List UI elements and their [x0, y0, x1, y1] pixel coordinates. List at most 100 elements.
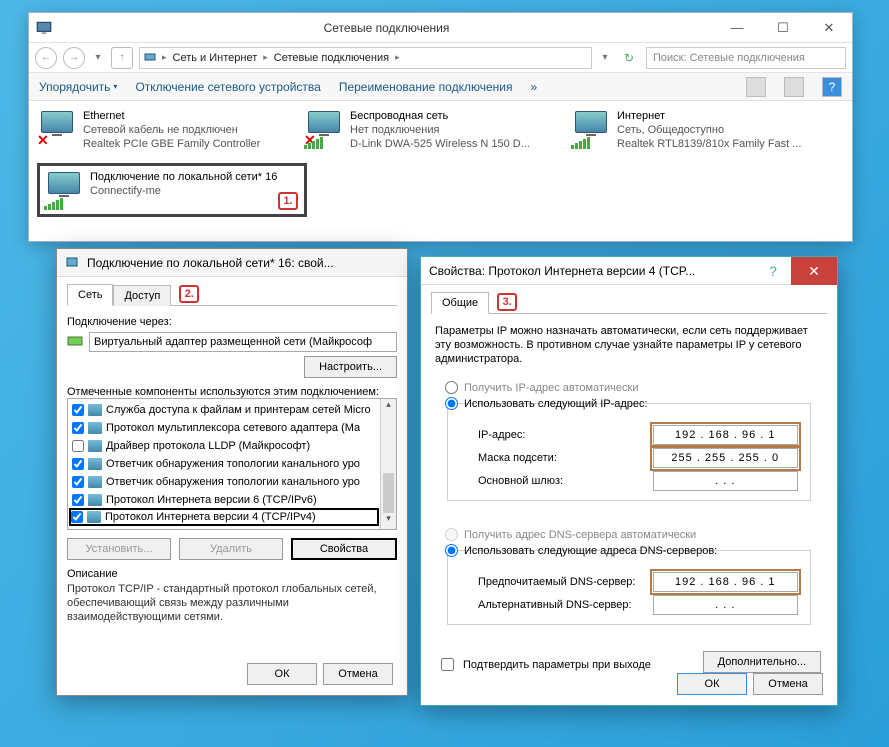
connection-wifi[interactable]: ✕ Беспроводная сеть Нет подключения D-Li… — [304, 109, 559, 151]
connection-internet[interactable]: Интернет Сеть, Общедоступно Realtek RTL8… — [571, 109, 826, 151]
help-button[interactable]: ? — [761, 263, 785, 279]
tab-access[interactable]: Доступ — [113, 285, 171, 306]
chevron-right-icon: ▸ — [395, 52, 400, 63]
scroll-down-icon[interactable]: ▾ — [381, 513, 396, 529]
back-button[interactable]: ← — [35, 47, 57, 69]
chevron-right-icon: ▸ — [162, 52, 167, 63]
checkbox[interactable] — [441, 658, 454, 671]
adapter-icon — [67, 335, 83, 349]
subnet-mask-label: Маска подсети: — [478, 452, 653, 464]
more-chevron[interactable]: » — [530, 80, 537, 94]
gateway-input[interactable]: . . . — [653, 471, 798, 491]
dns1-input[interactable]: 192 . 168 . 96 . 1 — [653, 572, 798, 592]
conn-status: Нет подключения — [350, 123, 530, 137]
gateway-label: Основной шлюз: — [478, 475, 653, 487]
connection-ethernet[interactable]: ✕ Ethernet Сетевой кабель не подключен R… — [37, 109, 292, 151]
radio[interactable] — [445, 397, 458, 410]
radio[interactable] — [445, 544, 458, 557]
ok-button[interactable]: ОК — [247, 663, 317, 685]
list-item[interactable]: Протокол Интернета версии 6 (TCP/IPv6) — [70, 491, 378, 509]
arrange-menu[interactable]: Упорядочить ▾ — [39, 80, 117, 94]
search-box[interactable]: Поиск: Сетевые подключения — [646, 47, 846, 69]
item-label: Служба доступа к файлам и принтерам сете… — [106, 404, 371, 416]
checkbox[interactable] — [72, 494, 84, 506]
disconnected-x-icon: ✕ — [37, 132, 49, 149]
checkbox[interactable] — [72, 476, 84, 488]
close-button[interactable]: ✕ — [791, 257, 837, 285]
help-button[interactable]: ? — [822, 77, 842, 97]
ip-address-input[interactable]: 192 . 168 . 96 . 1 — [653, 425, 798, 445]
conn-driver: D-Link DWA-525 Wireless N 150 D... — [350, 137, 530, 151]
radio-auto-ip[interactable]: Получить IP-адрес автоматически — [445, 381, 813, 394]
conn-name: Подключение по локальной сети* 16 — [90, 170, 277, 184]
conn-status: Сетевой кабель не подключен — [83, 123, 260, 137]
adapter-name-box: Виртуальный адаптер размещенной сети (Ма… — [89, 332, 397, 352]
list-item-tcpipv4[interactable]: Протокол Интернета версии 4 (TCP/IPv4) — [69, 508, 379, 526]
remove-button[interactable]: Удалить — [179, 538, 283, 560]
properties-button[interactable]: Свойства — [291, 538, 397, 560]
dialog-title-bar: Свойства: Протокол Интернета версии 4 (T… — [421, 257, 837, 285]
cancel-button[interactable]: Отмена — [753, 673, 823, 695]
radio[interactable] — [445, 381, 458, 394]
tab-general[interactable]: Общие — [431, 292, 489, 314]
dialog-title-bar: Подключение по локальной сети* 16: свой.… — [57, 249, 407, 277]
conn-name: Интернет — [617, 109, 801, 123]
list-item[interactable]: Ответчик обнаружения топологии канальног… — [70, 473, 378, 491]
scroll-thumb[interactable] — [383, 473, 394, 513]
ok-button[interactable]: ОК — [677, 673, 747, 695]
rename-connection[interactable]: Переименование подключения — [339, 80, 513, 94]
checkbox[interactable] — [71, 511, 83, 523]
forward-button[interactable]: → — [63, 47, 85, 69]
list-item[interactable]: Драйвер протокола LLDP (Майкрософт) — [70, 437, 378, 455]
checkbox[interactable] — [72, 440, 84, 452]
cancel-button[interactable]: Отмена — [323, 663, 393, 685]
item-label: Протокол Интернета версии 4 (TCP/IPv4) — [105, 511, 316, 523]
list-item[interactable]: Ответчик обнаружения топологии канальног… — [70, 455, 378, 473]
confirm-checkbox-row[interactable]: Подтвердить параметры при выходе — [437, 655, 651, 674]
connect-via-label: Подключение через: — [67, 316, 397, 328]
disable-device[interactable]: Отключение сетевого устройства — [135, 80, 320, 94]
annotation-badge-3: 3. — [497, 293, 517, 311]
component-icon — [88, 476, 102, 488]
subnet-mask-input[interactable]: 255 . 255 . 255 . 0 — [653, 448, 798, 468]
maximize-button[interactable]: ☐ — [760, 13, 806, 42]
view-icons-button[interactable] — [746, 77, 766, 97]
crumb-connections[interactable]: Сетевые подключения — [272, 52, 391, 64]
advanced-button[interactable]: Дополнительно... — [703, 651, 821, 673]
breadcrumb[interactable]: ▸ Сеть и Интернет ▸ Сетевые подключения … — [139, 47, 592, 69]
dns2-input[interactable]: . . . — [653, 595, 798, 615]
item-label: Драйвер протокола LLDP (Майкрософт) — [106, 440, 310, 452]
dialog-title: Подключение по локальной сети* 16: свой.… — [87, 256, 334, 270]
component-icon — [88, 404, 102, 416]
scrollbar[interactable]: ▴ ▾ — [380, 399, 396, 529]
up-button[interactable]: ↑ — [111, 47, 133, 69]
install-button[interactable]: Установить... — [67, 538, 171, 560]
checkbox[interactable] — [72, 404, 84, 416]
tab-network[interactable]: Сеть — [67, 284, 113, 306]
breadcrumb-dropdown[interactable]: ▾ — [598, 52, 612, 63]
view-list-button[interactable] — [784, 77, 804, 97]
minimize-button[interactable]: — — [714, 13, 760, 42]
ipv4-properties-dialog: Свойства: Протокол Интернета версии 4 (T… — [420, 256, 838, 706]
components-listbox[interactable]: Служба доступа к файлам и принтерам сете… — [67, 398, 397, 530]
component-icon — [88, 458, 102, 470]
connections-list: ✕ Ethernet Сетевой кабель не подключен R… — [29, 101, 852, 225]
toolbar: Упорядочить ▾ Отключение сетевого устрой… — [29, 73, 852, 101]
refresh-button[interactable]: ↻ — [618, 51, 640, 65]
dns2-label: Альтернативный DNS-сервер: — [478, 599, 653, 611]
checkbox[interactable] — [72, 422, 84, 434]
scroll-up-icon[interactable]: ▴ — [381, 399, 396, 415]
configure-button[interactable]: Настроить... — [304, 356, 397, 378]
connection-local-16[interactable]: Подключение по локальной сети* 16 Connec… — [37, 163, 307, 217]
signal-icon — [571, 137, 590, 149]
list-item[interactable]: Служба доступа к файлам и принтерам сете… — [70, 401, 378, 419]
component-icon — [88, 422, 102, 434]
list-item[interactable]: Протокол мультиплексора сетевого адаптер… — [70, 419, 378, 437]
radio-auto-dns: Получить адрес DNS-сервера автоматически — [445, 528, 813, 541]
crumb-network[interactable]: Сеть и Интернет — [171, 52, 260, 64]
component-icon — [87, 511, 101, 523]
close-button[interactable]: ✕ — [806, 13, 852, 42]
item-label: Протокол мультиплексора сетевого адаптер… — [106, 422, 360, 434]
history-dropdown[interactable]: ▾ — [91, 52, 105, 63]
checkbox[interactable] — [72, 458, 84, 470]
